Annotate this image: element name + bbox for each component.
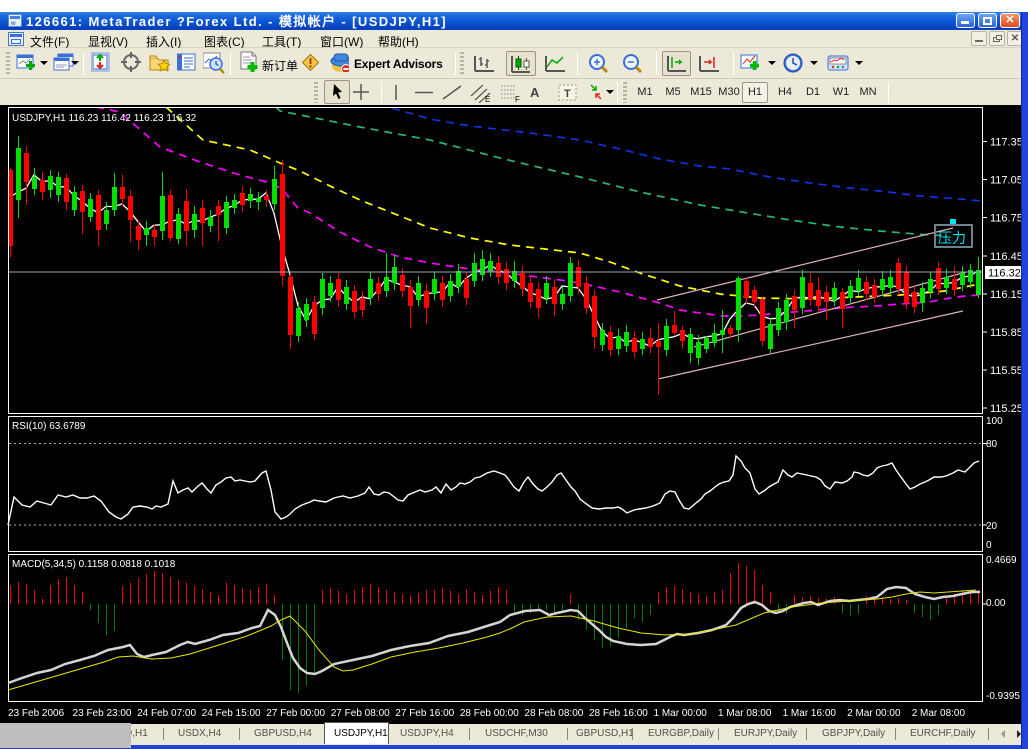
svg-text:116.45: 116.45 <box>990 251 1023 263</box>
svg-text:115.25: 115.25 <box>990 403 1023 415</box>
svg-text:27 Feb 08:00: 27 Feb 08:00 <box>331 708 390 719</box>
svg-text:117.35: 117.35 <box>990 137 1023 149</box>
svg-text:23 Feb 23:00: 23 Feb 23:00 <box>73 708 132 719</box>
svg-text:1 Mar 08:00: 1 Mar 08:00 <box>718 708 772 719</box>
svg-text:E: E <box>485 95 490 103</box>
svg-text:0.00: 0.00 <box>986 598 1006 609</box>
svg-text:28 Feb 08:00: 28 Feb 08:00 <box>524 708 583 719</box>
svg-text:117.05: 117.05 <box>990 175 1023 187</box>
svg-text:1 Mar 00:00: 1 Mar 00:00 <box>654 708 708 719</box>
svg-text:USDJPY,H1 116.23 116.42 116.2: USDJPY,H1 116.23 116.42 116.23 116.32 <box>12 113 197 124</box>
svg-text:F: F <box>515 95 520 103</box>
svg-text:27 Feb 00:00: 27 Feb 00:00 <box>266 708 325 719</box>
svg-text:80: 80 <box>986 439 998 450</box>
svg-text:28 Feb 16:00: 28 Feb 16:00 <box>589 708 648 719</box>
svg-text:116.15: 116.15 <box>990 289 1023 301</box>
svg-text:115.55: 115.55 <box>990 365 1023 377</box>
svg-text:23 Feb 2006: 23 Feb 2006 <box>8 708 65 719</box>
svg-text:27 Feb 16:00: 27 Feb 16:00 <box>395 708 454 719</box>
svg-text:116.75: 116.75 <box>990 213 1023 225</box>
svg-text:T: T <box>564 88 571 100</box>
svg-text:24 Feb 15:00: 24 Feb 15:00 <box>202 708 261 719</box>
svg-text:0.4669: 0.4669 <box>986 555 1017 566</box>
svg-text:0: 0 <box>986 540 992 551</box>
svg-text:116.32: 116.32 <box>988 268 1021 280</box>
svg-text:2 Mar 00:00: 2 Mar 00:00 <box>847 708 901 719</box>
svg-text:115.85: 115.85 <box>990 327 1023 339</box>
svg-text:RSI(10) 63.6789: RSI(10) 63.6789 <box>12 421 86 432</box>
svg-text:24 Feb 07:00: 24 Feb 07:00 <box>137 708 196 719</box>
svg-text:20: 20 <box>986 521 998 532</box>
svg-text:-0.9395: -0.9395 <box>986 691 1020 702</box>
svg-text:28 Feb 00:00: 28 Feb 00:00 <box>460 708 519 719</box>
svg-text:压力: 压力 <box>938 230 966 246</box>
svg-text:2 Mar 08:00: 2 Mar 08:00 <box>912 708 966 719</box>
svg-text:MACD(5,34,5) 0.1158 0.0818 0.1: MACD(5,34,5) 0.1158 0.0818 0.1018 <box>12 559 176 570</box>
svg-text:1 Mar 16:00: 1 Mar 16:00 <box>783 708 837 719</box>
svg-text:100: 100 <box>986 416 1003 427</box>
